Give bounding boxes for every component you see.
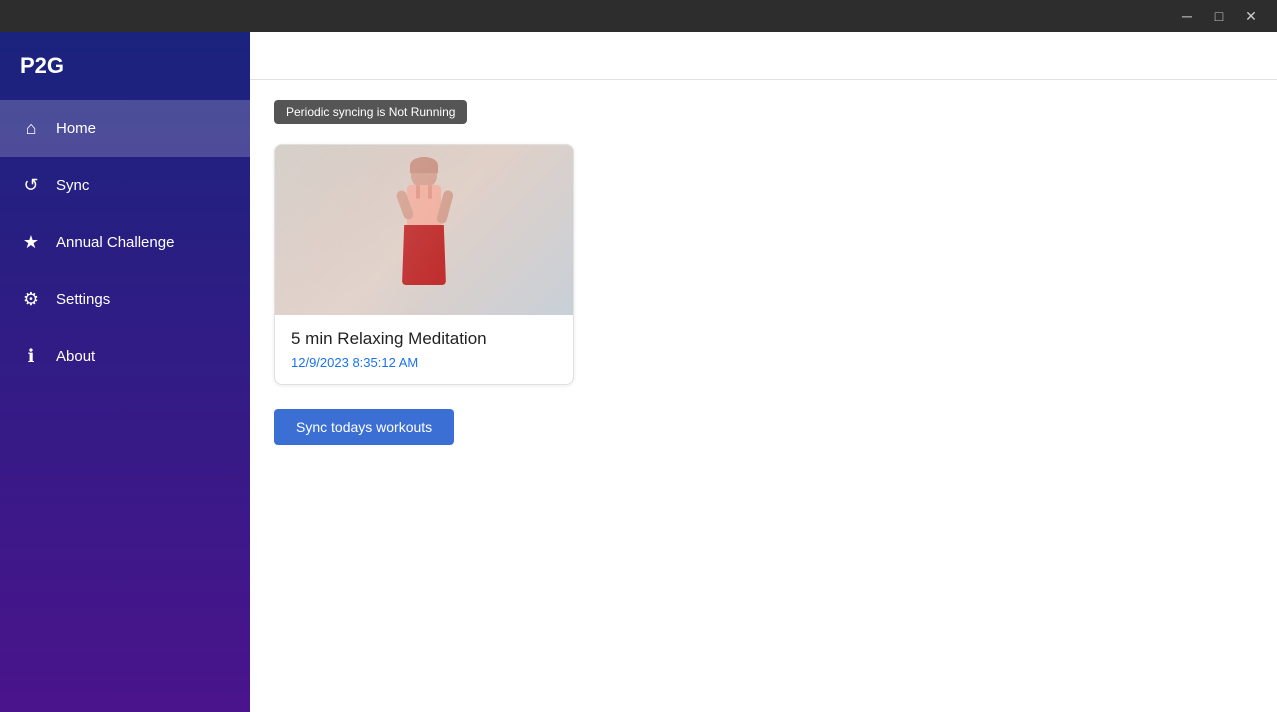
sidebar-item-annual-challenge[interactable]: ★ Annual Challenge: [0, 214, 250, 271]
sync-icon: ↺: [20, 175, 42, 196]
workout-card-image: [275, 145, 573, 315]
sidebar-item-settings-label: Settings: [56, 291, 110, 308]
star-icon: ★: [20, 232, 42, 253]
status-badge: Periodic syncing is Not Running: [274, 100, 467, 124]
sidebar-item-about[interactable]: ℹ About: [0, 328, 250, 385]
workout-date: 12/9/2023 8:35:12 AM: [291, 355, 557, 370]
sidebar-item-about-label: About: [56, 348, 95, 365]
sidebar-item-sync[interactable]: ↺ Sync: [0, 157, 250, 214]
minimize-button[interactable]: ─: [1173, 6, 1201, 26]
sidebar-item-settings[interactable]: ⚙ Settings: [0, 271, 250, 328]
main-content: Periodic syncing is Not Running: [250, 32, 1277, 712]
titlebar-controls: ─ □ ✕: [1173, 6, 1265, 26]
workout-card-info: 5 min Relaxing Meditation 12/9/2023 8:35…: [275, 315, 573, 384]
sync-todays-workouts-button[interactable]: Sync todays workouts: [274, 409, 454, 445]
sidebar-item-home[interactable]: ⌂ Home: [0, 100, 250, 157]
info-icon: ℹ: [20, 346, 42, 367]
main-header: [250, 32, 1277, 80]
app-logo: P2G: [0, 32, 250, 100]
app-body: P2G ⌂ Home ↺ Sync ★ Annual Challenge ⚙ S…: [0, 32, 1277, 712]
workout-card: 5 min Relaxing Meditation 12/9/2023 8:35…: [274, 144, 574, 385]
home-icon: ⌂: [20, 118, 42, 139]
sidebar-item-home-label: Home: [56, 120, 96, 137]
sidebar-nav: ⌂ Home ↺ Sync ★ Annual Challenge ⚙ Setti…: [0, 100, 250, 385]
sidebar-item-annual-challenge-label: Annual Challenge: [56, 234, 174, 251]
close-button[interactable]: ✕: [1237, 6, 1265, 26]
settings-icon: ⚙: [20, 289, 42, 310]
sidebar: P2G ⌂ Home ↺ Sync ★ Annual Challenge ⚙ S…: [0, 32, 250, 712]
titlebar: ─ □ ✕: [0, 0, 1277, 32]
sidebar-item-sync-label: Sync: [56, 177, 89, 194]
maximize-button[interactable]: □: [1205, 6, 1233, 26]
workout-title: 5 min Relaxing Meditation: [291, 329, 557, 349]
main-body: Periodic syncing is Not Running: [250, 80, 1277, 712]
